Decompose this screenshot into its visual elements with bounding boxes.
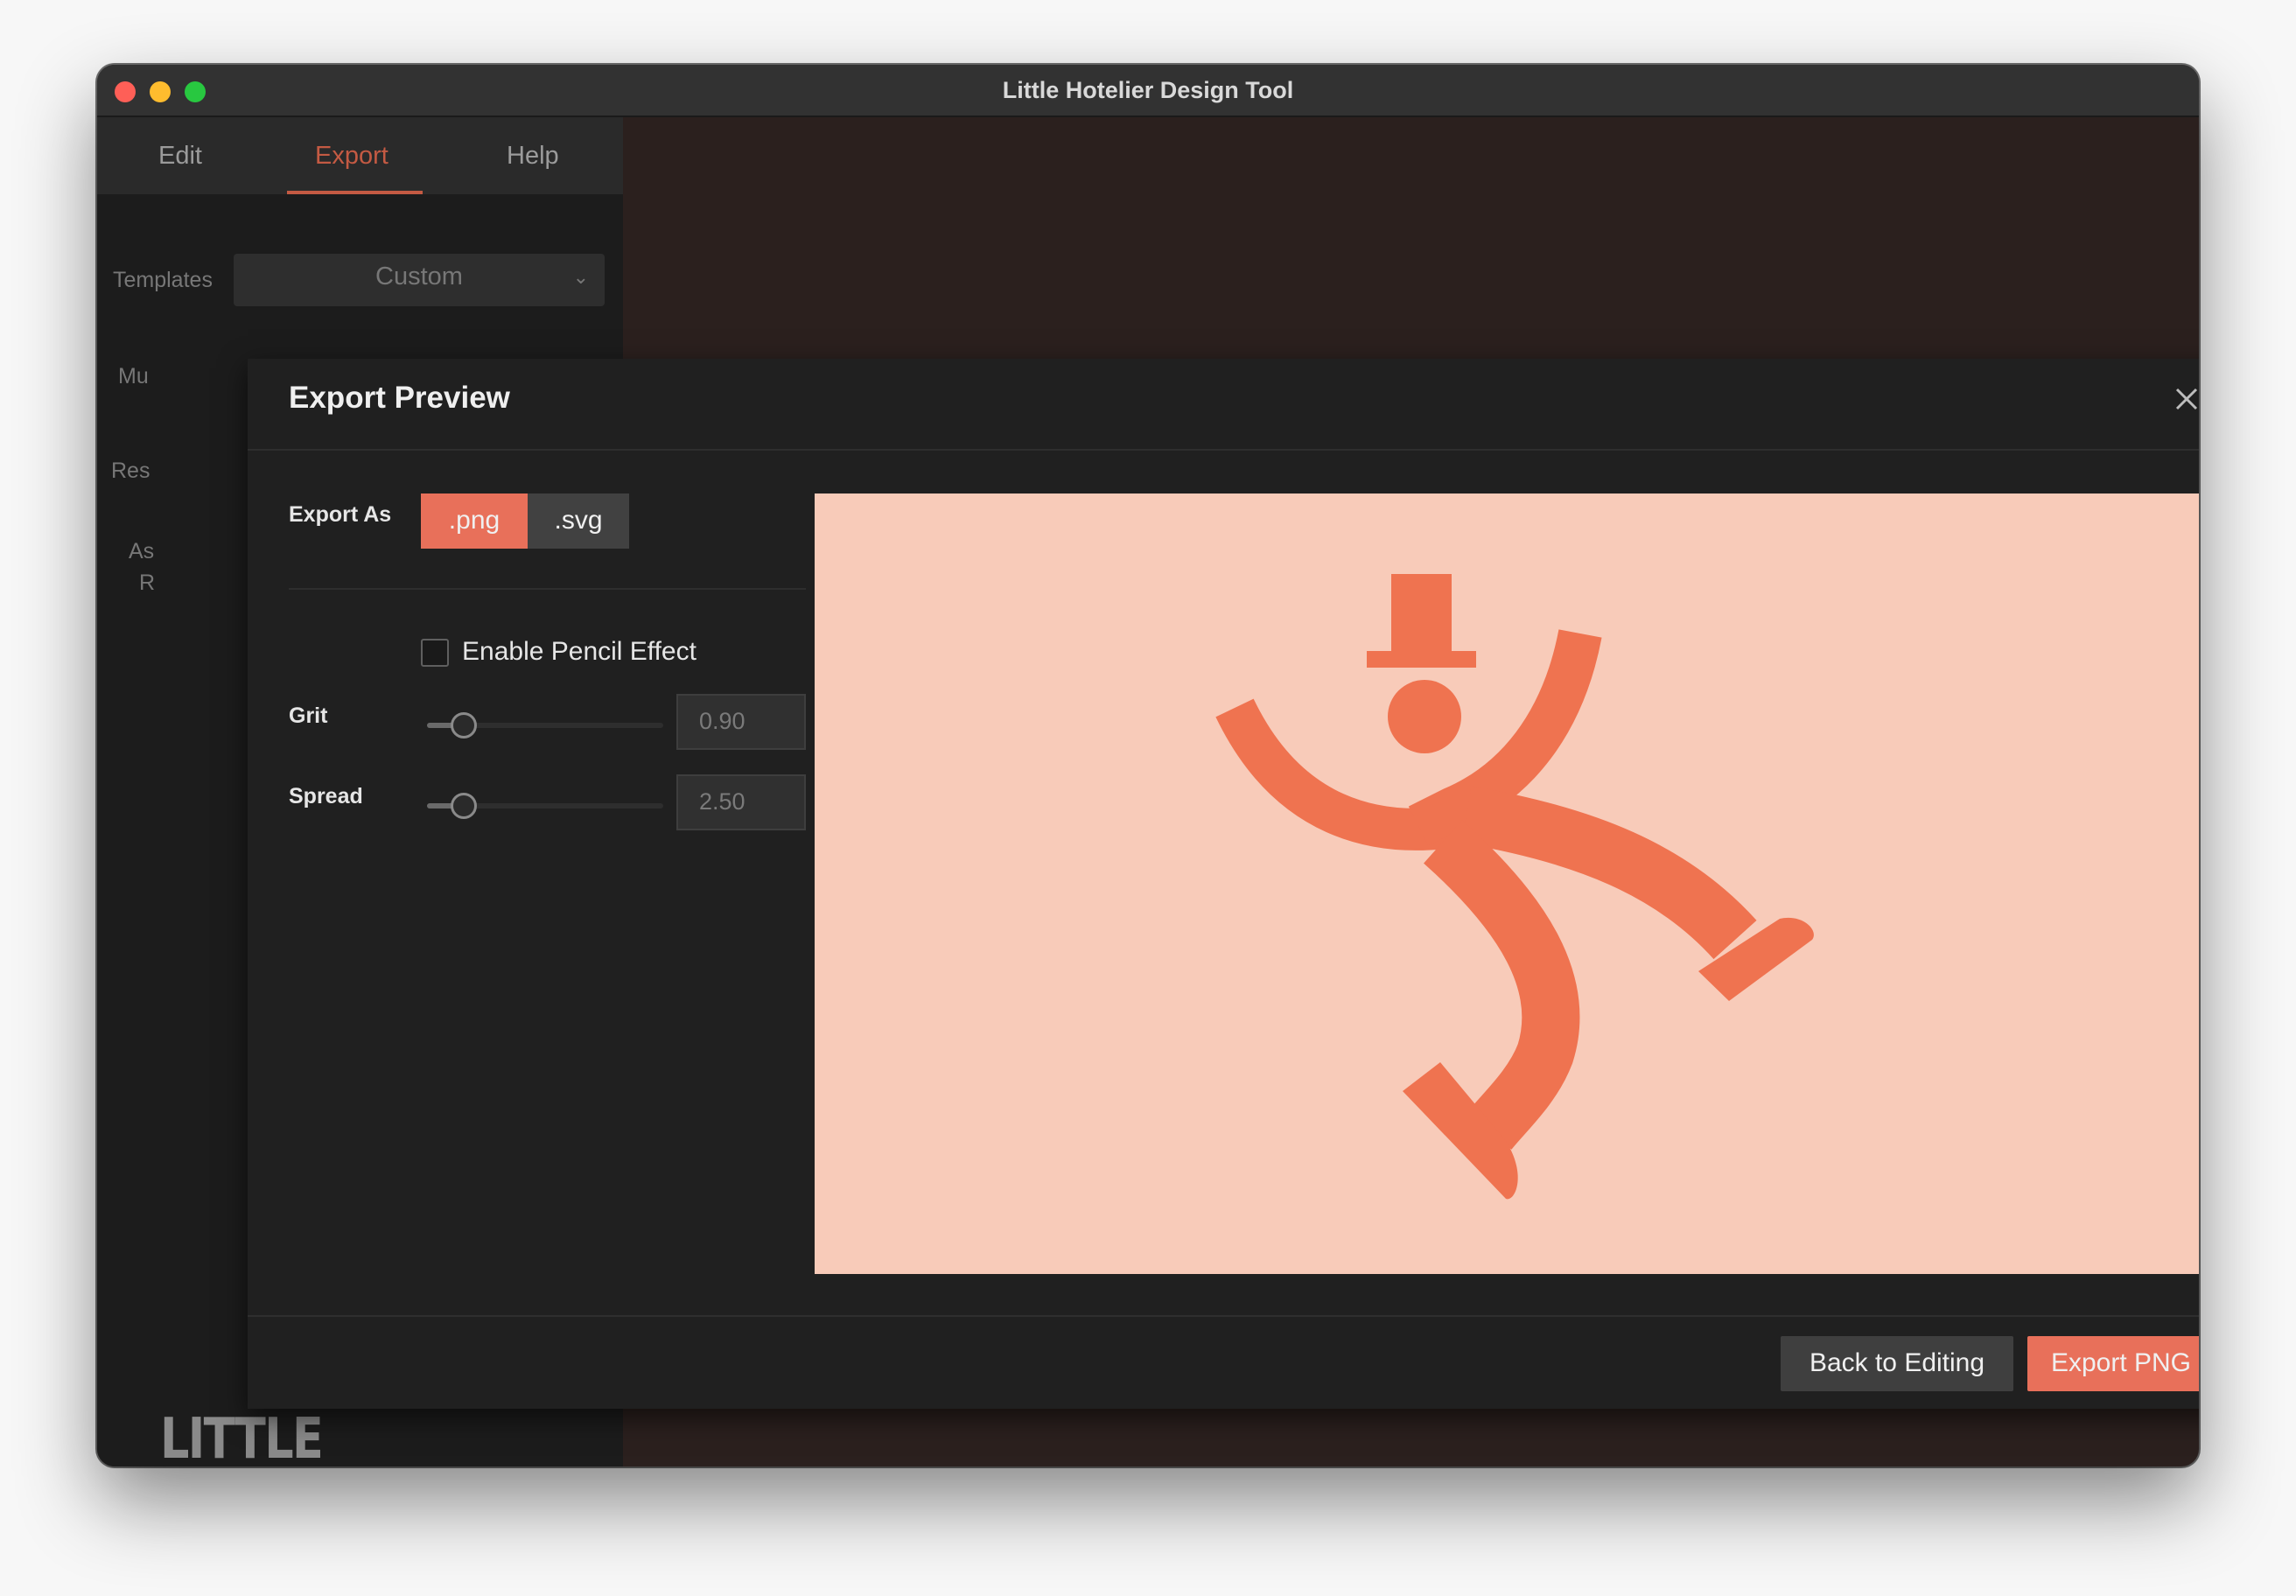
back-to-editing-button[interactable]: Back to Editing <box>1781 1336 2013 1391</box>
window-title: Little Hotelier Design Tool <box>1002 77 1294 103</box>
head <box>1388 680 1461 753</box>
export-preview-dialog: Export Preview Export As .png .svg Enabl… <box>248 359 2199 1409</box>
active-tab-indicator <box>287 191 423 194</box>
pencil-effect-checkbox[interactable] <box>421 639 449 667</box>
sidebar-partial-label: Mu <box>118 364 149 388</box>
close-icon[interactable] <box>2169 382 2199 416</box>
hat-brim <box>1367 651 1476 668</box>
templates-label: Templates <box>113 268 213 292</box>
chevron-down-icon: ⌄ <box>572 266 589 288</box>
spread-slider-handle[interactable] <box>451 793 477 819</box>
hotelier-logo-figure <box>1215 574 1814 1200</box>
sidebar-partial-label: As <box>129 539 155 564</box>
format-svg-button[interactable]: .svg <box>528 494 629 549</box>
figure-body <box>1215 629 1757 1151</box>
dialog-header: Export Preview <box>248 359 2199 451</box>
sidebar-partial-label: Res <box>111 458 150 483</box>
spread-label: Spread <box>289 784 363 808</box>
figure-feet <box>1403 917 1814 1200</box>
templates-select[interactable]: Custom ⌄ <box>234 254 605 306</box>
templates-value: Custom <box>375 262 463 290</box>
divider <box>289 588 806 590</box>
spread-slider[interactable] <box>427 793 663 819</box>
grit-value-input[interactable]: 0.90 <box>676 694 806 750</box>
grit-slider-handle[interactable] <box>451 712 477 738</box>
export-as-label: Export As <box>289 502 392 527</box>
sidebar-partial-label: R <box>139 570 156 595</box>
format-png-button[interactable]: .png <box>421 494 528 549</box>
tab-help[interactable]: Help <box>507 142 559 171</box>
brand-logo-text: LITTLE HOTELIER. <box>160 1407 324 1466</box>
app-window: Little Hotelier Design Tool Edit Export … <box>97 65 2199 1466</box>
pencil-effect-label: Enable Pencil Effect <box>462 637 696 666</box>
hat-crown <box>1391 574 1452 660</box>
tab-edit[interactable]: Edit <box>158 142 202 171</box>
export-preview-canvas <box>815 494 2199 1274</box>
dialog-title: Export Preview <box>289 381 510 415</box>
grit-slider[interactable] <box>427 712 663 738</box>
title-bar: Little Hotelier Design Tool <box>97 65 2199 117</box>
tab-bar: Edit Export Help <box>97 117 623 194</box>
tab-export[interactable]: Export <box>315 142 388 171</box>
grit-label: Grit <box>289 704 328 728</box>
spread-value-input[interactable]: 2.50 <box>676 774 806 830</box>
export-png-button[interactable]: Export PNG <box>2027 1336 2199 1391</box>
